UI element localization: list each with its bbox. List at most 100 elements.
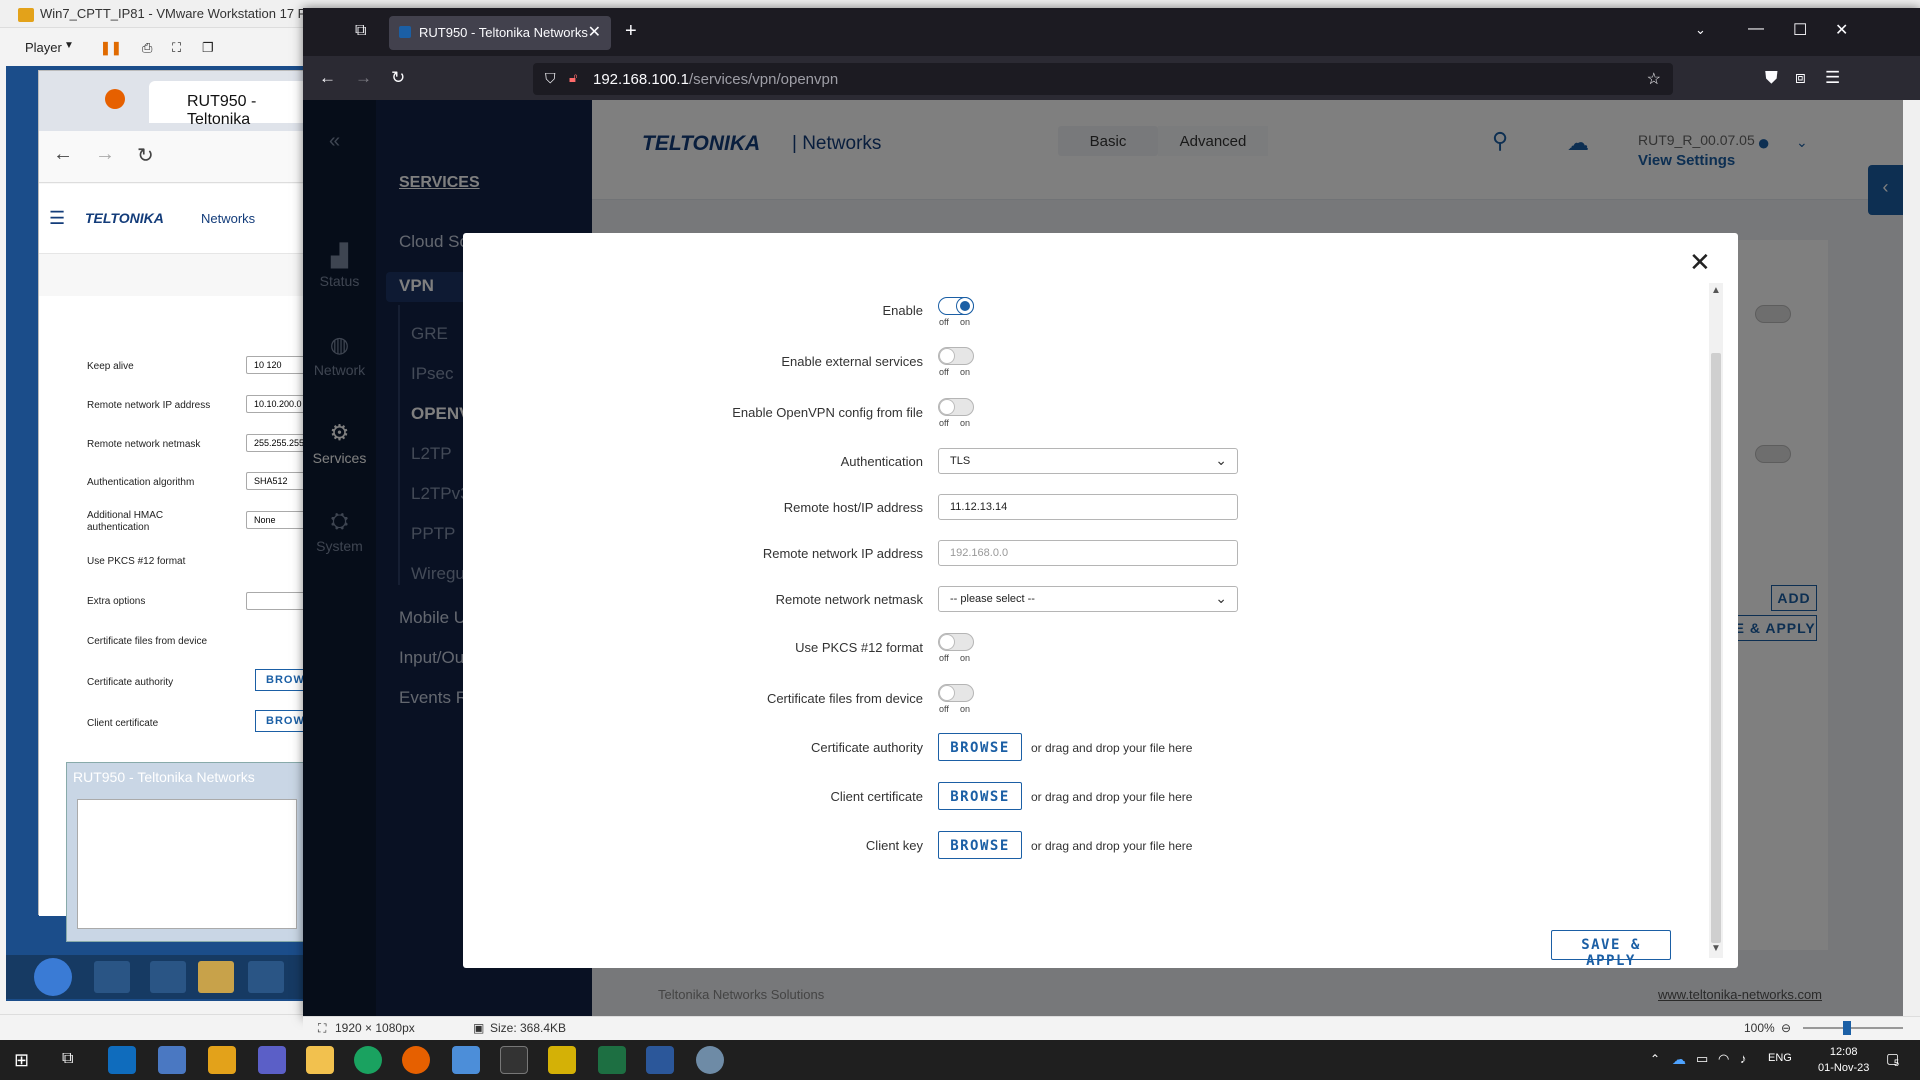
field-label: Remote network netmask xyxy=(775,592,923,607)
external-services-toggle[interactable]: off on xyxy=(938,347,974,377)
config-file-toggle[interactable]: off on xyxy=(938,398,974,428)
modal-scrollbar[interactable]: ▲ ▼ xyxy=(1709,283,1723,958)
client-key-browse-button[interactable]: BROWSE xyxy=(938,831,1022,859)
lock-icon[interactable]: 🔓︎ xyxy=(569,70,577,86)
file-explorer-icon[interactable] xyxy=(306,1046,334,1074)
page-scrollbar[interactable] xyxy=(1903,100,1920,1018)
field-label: Remote host/IP address xyxy=(783,500,923,515)
modal-scroll-thumb[interactable] xyxy=(1711,353,1721,943)
url-host: 192.168.100.1 xyxy=(593,71,689,88)
edge-icon[interactable] xyxy=(354,1046,382,1074)
back-icon[interactable]: ← xyxy=(53,143,73,166)
vmware-logo-icon xyxy=(18,8,34,22)
minimize-icon[interactable]: — xyxy=(1748,20,1764,38)
word-icon[interactable] xyxy=(646,1046,674,1074)
favicon-icon xyxy=(399,26,411,38)
back-icon[interactable]: ← xyxy=(319,68,336,88)
authentication-select[interactable]: TLS ⌄ xyxy=(938,448,1238,474)
extensions-icon[interactable]: ⧈ xyxy=(1795,68,1806,88)
hamburger-icon[interactable]: ☰ xyxy=(49,208,65,229)
fullscreen-icon[interactable]: ⛶ xyxy=(172,40,181,56)
guest-label: Use PKCS #12 format xyxy=(87,556,186,567)
close-window-icon[interactable]: ✕ xyxy=(1835,20,1848,40)
pkcs-toggle[interactable]: off on xyxy=(938,633,974,663)
clock[interactable]: 12:08 01-Nov-23 xyxy=(1818,1044,1869,1076)
volume-icon[interactable]: ♪ xyxy=(1740,1051,1747,1066)
ca-browse-button[interactable]: BROWSE xyxy=(938,733,1022,761)
scroll-down-icon[interactable]: ▼ xyxy=(1709,943,1723,954)
save-apply-button[interactable]: SAVE & APPLY xyxy=(1551,930,1671,969)
remote-network-ip-input[interactable]: 192.168.0.0 xyxy=(938,540,1238,566)
url-bar[interactable]: ⛉ 🔓︎ 192.168.100.1/services/vpn/openvpn … xyxy=(533,63,1673,95)
teams-icon[interactable] xyxy=(258,1046,286,1074)
close-icon[interactable]: ✕ xyxy=(1689,247,1711,278)
vmware-toolbar: Player ▼ ❚❚ ⎙ ⛶ ❐ xyxy=(0,36,310,62)
guest-taskbar-thumbnail[interactable]: RUT950 - Teltonika Networks xyxy=(66,762,306,942)
clock-time: 12:08 xyxy=(1829,1046,1858,1058)
outlook-icon[interactable] xyxy=(108,1046,136,1074)
pause-icon[interactable]: ❚❚ xyxy=(100,40,122,56)
remote-app-icon[interactable] xyxy=(158,1046,186,1074)
chrome-icon[interactable] xyxy=(150,961,186,993)
vmware-statusbar xyxy=(0,1014,310,1040)
battery-icon[interactable]: ▭ xyxy=(1696,1051,1708,1067)
cert-device-toggle[interactable]: off on xyxy=(938,684,974,714)
explorer-icon[interactable] xyxy=(94,961,130,993)
windows-start-icon[interactable]: ⊞ xyxy=(14,1050,29,1071)
zoom-out-icon[interactable]: ⊖ xyxy=(1781,1021,1791,1035)
player-menu[interactable]: Player xyxy=(25,40,62,55)
chevron-down-icon[interactable]: ▼ xyxy=(64,40,74,51)
onedrive-icon[interactable]: ☁ xyxy=(1672,1051,1686,1068)
tray-chevron-icon[interactable]: ⌃ xyxy=(1650,1052,1660,1066)
tab-list-icon[interactable]: ⧉ xyxy=(355,22,366,40)
field-label: Enable OpenVPN config from file xyxy=(732,405,923,420)
enable-toggle[interactable]: off on xyxy=(938,297,974,327)
remote-netmask-select[interactable]: -- please select -- ⌄ xyxy=(938,586,1238,612)
reload-icon[interactable]: ↻ xyxy=(391,68,405,88)
guest-tabbar: RUT950 - Teltonika xyxy=(39,71,319,131)
vmware-task-icon[interactable] xyxy=(208,1046,236,1074)
forward-icon[interactable]: → xyxy=(95,143,115,166)
remote-host-input[interactable]: 11.12.13.14 xyxy=(938,494,1238,520)
unity-icon[interactable]: ❐ xyxy=(202,40,214,56)
network-app-icon[interactable] xyxy=(248,961,284,993)
guest-label: Keep alive xyxy=(87,361,134,372)
toggle-off-label: off xyxy=(939,704,949,714)
zoom-slider-thumb[interactable] xyxy=(1843,1021,1851,1035)
pocket-icon[interactable]: ⛊ xyxy=(1765,68,1778,88)
snipping-tool-icon[interactable] xyxy=(696,1046,724,1074)
control-panel-icon[interactable] xyxy=(452,1046,480,1074)
chevron-down-icon: ⌄ xyxy=(1215,452,1227,468)
notification-count: 5 xyxy=(1894,1058,1900,1068)
guest-label: Additional HMAC authentication xyxy=(87,510,164,533)
firefox-taskbar-icon[interactable] xyxy=(402,1046,430,1074)
scroll-up-icon[interactable]: ▲ xyxy=(1709,285,1723,296)
browser-tab[interactable]: RUT950 - Teltonika Networks ✕ xyxy=(389,16,611,50)
wifi-icon[interactable]: ◠ xyxy=(1718,1051,1729,1067)
terminal-icon[interactable] xyxy=(500,1046,528,1074)
client-cert-browse-button[interactable]: BROWSE xyxy=(938,782,1022,810)
task-view-icon[interactable]: ⧉ xyxy=(62,1050,73,1068)
forward-icon[interactable]: → xyxy=(355,68,372,88)
windows7-start-icon[interactable] xyxy=(34,958,72,996)
language-indicator[interactable]: ENG xyxy=(1768,1052,1792,1064)
toggle-on-label: on xyxy=(960,704,971,714)
modal-form: Enable off on Enable external services o… xyxy=(479,283,1703,969)
calculator-icon[interactable] xyxy=(548,1046,576,1074)
maximize-icon[interactable]: ☐ xyxy=(1793,20,1807,40)
send-keys-icon[interactable]: ⎙ xyxy=(142,40,152,56)
close-tab-icon[interactable]: ✕ xyxy=(588,22,601,42)
field-label: Certificate authority xyxy=(811,740,923,755)
toggle-on-label: on xyxy=(960,367,971,377)
new-tab-icon[interactable]: + xyxy=(625,20,637,43)
guest-logo-networks: Networks xyxy=(201,211,256,226)
shield-icon[interactable]: ⛉ xyxy=(545,70,556,87)
firefox-task-icon[interactable] xyxy=(198,961,234,993)
menu-icon[interactable]: ☰ xyxy=(1825,68,1840,88)
excel-icon[interactable] xyxy=(598,1046,626,1074)
bookmark-star-icon[interactable]: ☆ xyxy=(1647,69,1661,89)
reload-icon[interactable]: ↻ xyxy=(137,143,154,168)
zoom-slider[interactable] xyxy=(1803,1027,1903,1029)
list-all-tabs-icon[interactable]: ⌄ xyxy=(1695,22,1706,38)
guest-tab[interactable]: RUT950 - Teltonika xyxy=(149,81,319,128)
